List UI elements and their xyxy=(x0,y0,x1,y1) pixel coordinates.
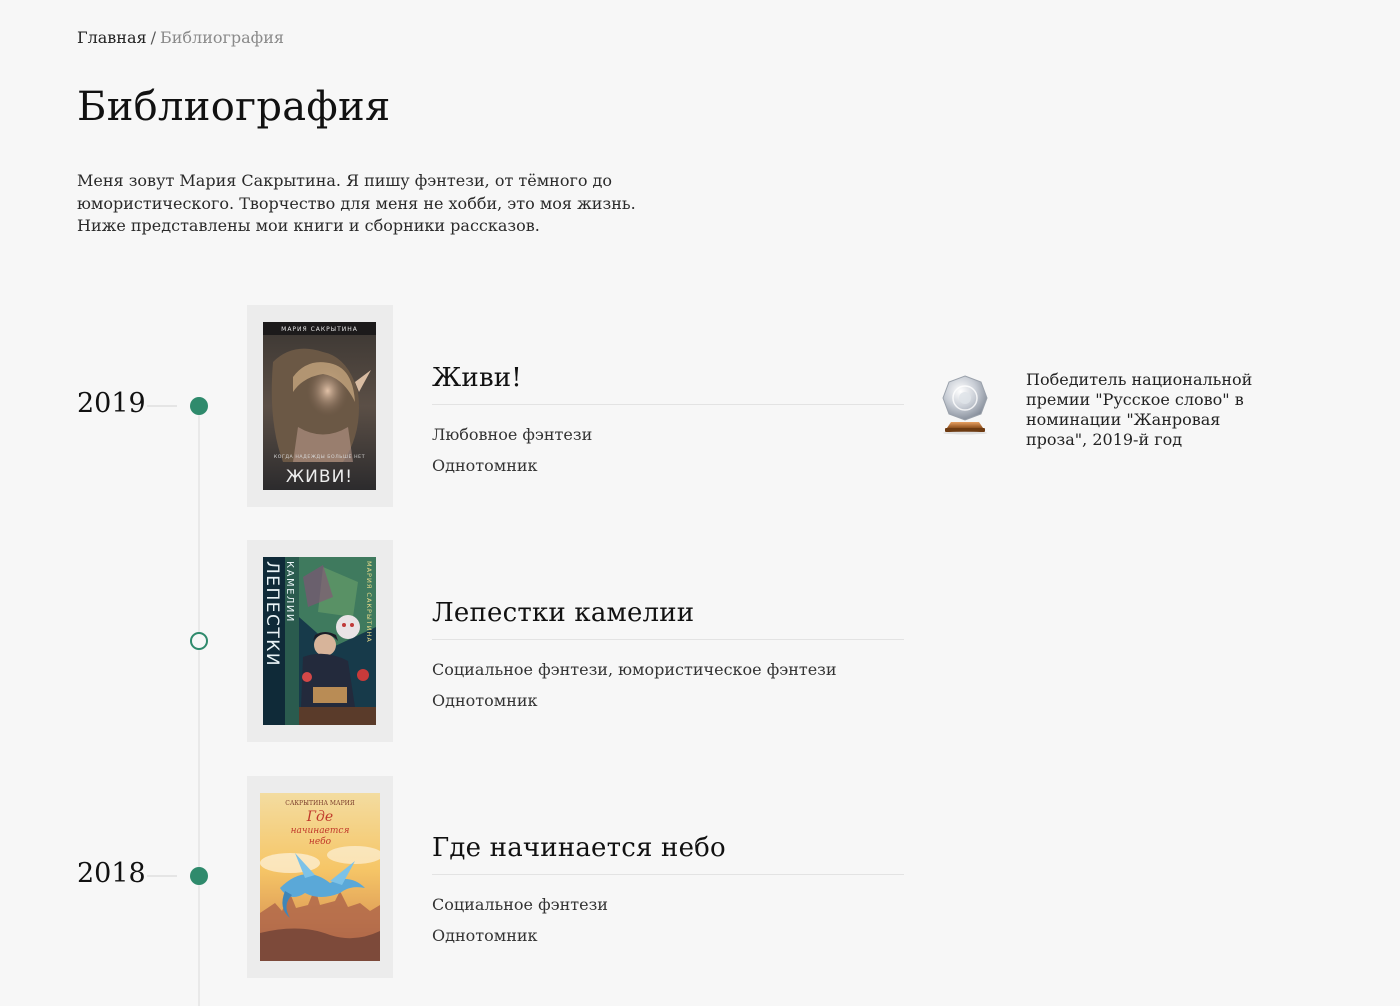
book-format: Однотомник xyxy=(432,926,538,945)
book-title-link[interactable]: Живи! xyxy=(432,363,522,393)
page-title: Библиография xyxy=(77,84,391,130)
cover-art: МАРИЯ САКРЫТИНА КОГДА НАДЕЖДЫ БОЛЬШЕ НЕТ… xyxy=(263,322,376,490)
crystal-award-icon xyxy=(935,372,995,436)
cover-title-line-2: начинается xyxy=(291,826,350,836)
timeline-dot xyxy=(190,397,208,415)
breadcrumb-home-link[interactable]: Главная xyxy=(77,28,147,47)
book-cover-frame[interactable]: ЛЕПЕСТКИ КАМЕЛИИ МАРИЯ САКРЫТИНА xyxy=(247,540,393,742)
timeline-dot xyxy=(190,632,208,650)
book-genre: Социальное фэнтези, юмористическое фэнте… xyxy=(432,660,837,679)
cover-title-line-3: небо xyxy=(309,836,332,847)
timeline-dot xyxy=(190,867,208,885)
cover-subtitle-vertical: КАМЕЛИИ xyxy=(284,561,295,623)
cover-author: САКРЫТИНА МАРИЯ xyxy=(285,800,355,807)
cover-tagline: КОГДА НАДЕЖДЫ БОЛЬШЕ НЕТ xyxy=(274,454,365,460)
year-connector xyxy=(147,405,177,407)
book-title-link[interactable]: Лепестки камелии xyxy=(432,598,694,628)
book-title-link[interactable]: Где начинается небо xyxy=(432,833,726,863)
book-cover[interactable]: САКРЫТИНА МАРИЯ Где начинается небо xyxy=(260,793,380,961)
book-cover[interactable]: МАРИЯ САКРЫТИНА КОГДА НАДЕЖДЫ БОЛЬШЕ НЕТ… xyxy=(263,322,376,490)
book-format: Однотомник xyxy=(432,456,538,475)
book-cover-frame[interactable]: САКРЫТИНА МАРИЯ Где начинается небо xyxy=(247,776,393,978)
title-divider xyxy=(432,639,904,640)
book-format: Однотомник xyxy=(432,691,538,710)
cover-author-vertical: МАРИЯ САКРЫТИНА xyxy=(365,561,373,643)
cover-title-vertical: ЛЕПЕСТКИ xyxy=(263,561,282,667)
cover-art: ЛЕПЕСТКИ КАМЕЛИИ МАРИЯ САКРЫТИНА xyxy=(263,557,376,725)
cover-title: ЖИВИ! xyxy=(286,467,353,487)
book-cover-frame[interactable]: МАРИЯ САКРЫТИНА КОГДА НАДЕЖДЫ БОЛЬШЕ НЕТ… xyxy=(247,305,393,507)
cover-author: МАРИЯ САКРЫТИНА xyxy=(281,326,358,333)
cover-art: САКРЫТИНА МАРИЯ Где начинается небо xyxy=(260,793,380,961)
book-genre: Любовное фэнтези xyxy=(432,425,593,444)
award-description: Победитель национальной премии "Русское … xyxy=(1026,370,1253,449)
cover-title-line-1: Где xyxy=(306,809,333,825)
year-connector xyxy=(147,875,177,877)
book-genre: Социальное фэнтези xyxy=(432,895,608,914)
page-intro: Меня зовут Мария Сакрытина. Я пишу фэнте… xyxy=(77,171,636,235)
timeline-year: 2019 xyxy=(77,388,146,419)
breadcrumb-separator: / xyxy=(150,28,156,47)
title-divider xyxy=(432,874,904,875)
book-entry: ЛЕПЕСТКИ КАМЕЛИИ МАРИЯ САКРЫТИНА Лепестк… xyxy=(0,540,1400,744)
breadcrumb-current: Библиография xyxy=(160,28,284,47)
breadcrumb: Главная / Библиография xyxy=(77,28,284,47)
timeline-year: 2018 xyxy=(77,858,146,889)
book-cover[interactable]: ЛЕПЕСТКИ КАМЕЛИИ МАРИЯ САКРЫТИНА xyxy=(263,557,376,725)
title-divider xyxy=(432,404,904,405)
book-entry: 2018 САКРЫТИНА МАРИЯ Где начинается небо… xyxy=(0,776,1400,980)
